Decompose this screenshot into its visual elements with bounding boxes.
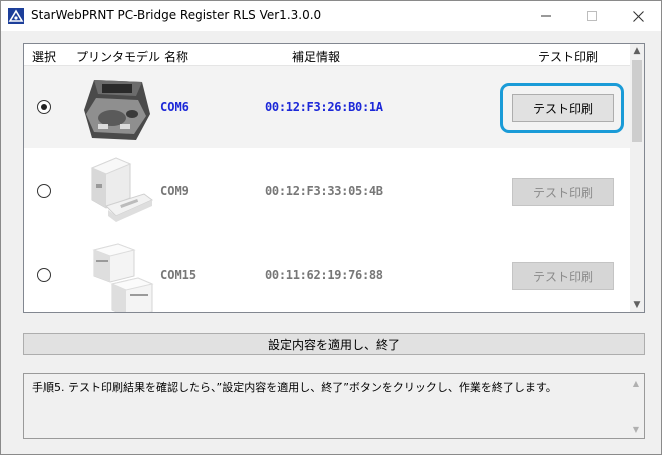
cube-printer-icon — [92, 243, 154, 312]
mobile-printer-icon — [84, 80, 150, 140]
minimize-icon — [541, 15, 551, 17]
scroll-down-icon[interactable]: ▼ — [631, 424, 641, 434]
header-test-print: テスト印刷 — [538, 50, 599, 64]
list-scrollbar[interactable]: ▲ ▼ — [630, 44, 644, 312]
close-button[interactable] — [615, 1, 661, 31]
list-header: 選択 プリンタモデル 名称 補足情報 テスト印刷 — [24, 44, 630, 66]
scroll-up-icon[interactable]: ▲ — [631, 378, 641, 388]
receipt-printer-icon — [90, 157, 153, 222]
app-logo-icon — [8, 8, 24, 24]
port-name: COM9 — [160, 184, 189, 198]
mac-address: 00:11:62:19:76:88 — [265, 268, 383, 282]
maximize-button[interactable] — [569, 1, 615, 31]
instruction-box: 手順5. テスト印刷結果を確認したら、”設定内容を適用し、終了”ボタンをクリック… — [23, 373, 645, 439]
select-radio[interactable] — [37, 184, 51, 198]
header-name: 名称 — [164, 50, 189, 64]
header-select: 選択 — [32, 50, 57, 64]
window-title: StarWebPRNT PC-Bridge Register RLS Ver1.… — [31, 8, 322, 22]
select-radio[interactable] — [37, 100, 51, 114]
printer-row-com9[interactable]: COM9 00:12:F3:33:05:4B テスト印刷 — [24, 150, 630, 232]
port-name: COM6 — [160, 100, 189, 114]
minimize-button[interactable] — [523, 1, 569, 31]
close-icon — [632, 10, 644, 22]
port-name: COM15 — [160, 268, 197, 282]
title-bar[interactable]: StarWebPRNT PC-Bridge Register RLS Ver1.… — [1, 1, 661, 31]
test-print-button[interactable]: テスト印刷 — [512, 262, 614, 290]
printer-row-com15[interactable]: COM15 00:11:62:19:76:88 テスト印刷 — [24, 234, 630, 312]
test-print-button[interactable]: テスト印刷 — [512, 178, 614, 206]
mac-address: 00:12:F3:26:B0:1A — [265, 100, 383, 114]
mac-address: 00:12:F3:33:05:4B — [265, 184, 383, 198]
instruction-text: 手順5. テスト印刷結果を確認したら、”設定内容を適用し、終了”ボタンをクリック… — [32, 381, 557, 394]
scroll-thumb[interactable] — [632, 60, 642, 142]
message-scrollbar[interactable]: ▲ ▼ — [628, 374, 644, 438]
test-print-highlight — [500, 83, 624, 133]
apply-and-exit-button[interactable]: 設定内容を適用し、終了 — [23, 333, 645, 355]
scroll-up-icon[interactable]: ▲ — [630, 44, 644, 58]
maximize-icon — [587, 11, 597, 21]
app-window: StarWebPRNT PC-Bridge Register RLS Ver1.… — [0, 0, 662, 455]
select-radio[interactable] — [37, 268, 51, 282]
header-model: プリンタモデル — [76, 50, 161, 64]
scroll-down-icon[interactable]: ▼ — [630, 298, 644, 312]
header-info: 補足情報 — [292, 50, 341, 64]
